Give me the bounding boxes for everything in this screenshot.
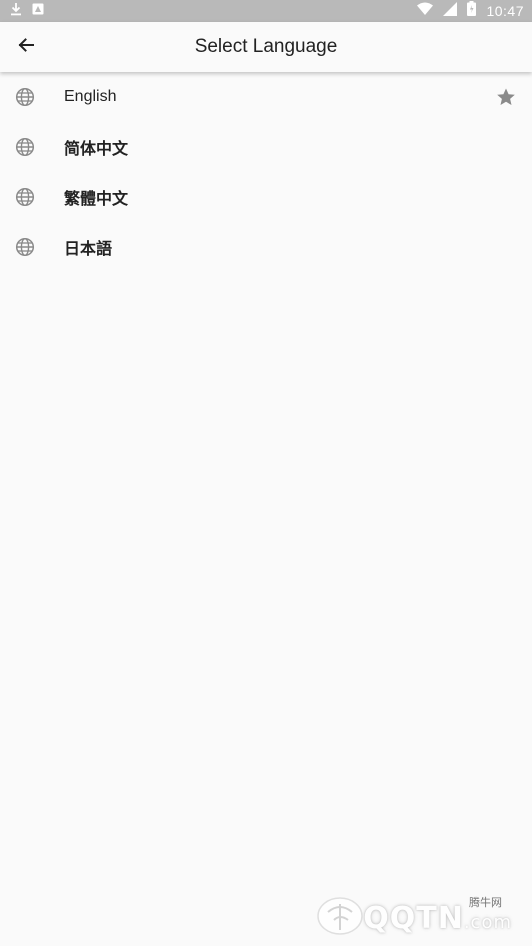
watermark-brand: QQTN.com	[363, 901, 512, 936]
notification-app-icon	[32, 2, 44, 20]
app-bar: Select Language	[0, 22, 532, 72]
globe-icon	[15, 87, 35, 107]
language-item-traditional-chinese[interactable]: 繁體中文	[0, 172, 532, 222]
language-label: 简体中文	[64, 141, 129, 158]
globe-icon	[15, 137, 35, 157]
page-title: Select Language	[194, 36, 338, 57]
language-label: English	[64, 88, 117, 105]
status-bar: 10:47	[0, 0, 532, 22]
back-button[interactable]	[4, 22, 48, 72]
star-icon	[496, 87, 516, 107]
language-label: 日本語	[64, 241, 113, 258]
watermark-logo-icon	[314, 890, 364, 940]
arrow-left-icon	[17, 36, 35, 59]
globe-icon	[15, 237, 35, 257]
battery-icon	[467, 1, 477, 21]
signal-icon	[443, 1, 458, 21]
language-item-simplified-chinese[interactable]: 简体中文	[0, 122, 532, 172]
watermark-domain-suffix: .com	[463, 912, 512, 933]
globe-icon	[15, 187, 35, 207]
watermark-brand-text: QQTN	[363, 901, 464, 936]
status-bar-left	[10, 2, 44, 21]
language-item-japanese[interactable]: 日本語	[0, 222, 532, 272]
status-time: 10:47	[486, 3, 524, 19]
watermark: 腾牛网 QQTN.com	[314, 892, 524, 942]
status-bar-right: 10:47	[417, 1, 524, 21]
wifi-icon	[417, 2, 434, 20]
download-icon	[10, 2, 22, 21]
language-list: English 简体中文 繁體中文 日本語	[0, 72, 532, 272]
language-label: 繁體中文	[64, 191, 129, 208]
language-item-english[interactable]: English	[0, 72, 532, 122]
